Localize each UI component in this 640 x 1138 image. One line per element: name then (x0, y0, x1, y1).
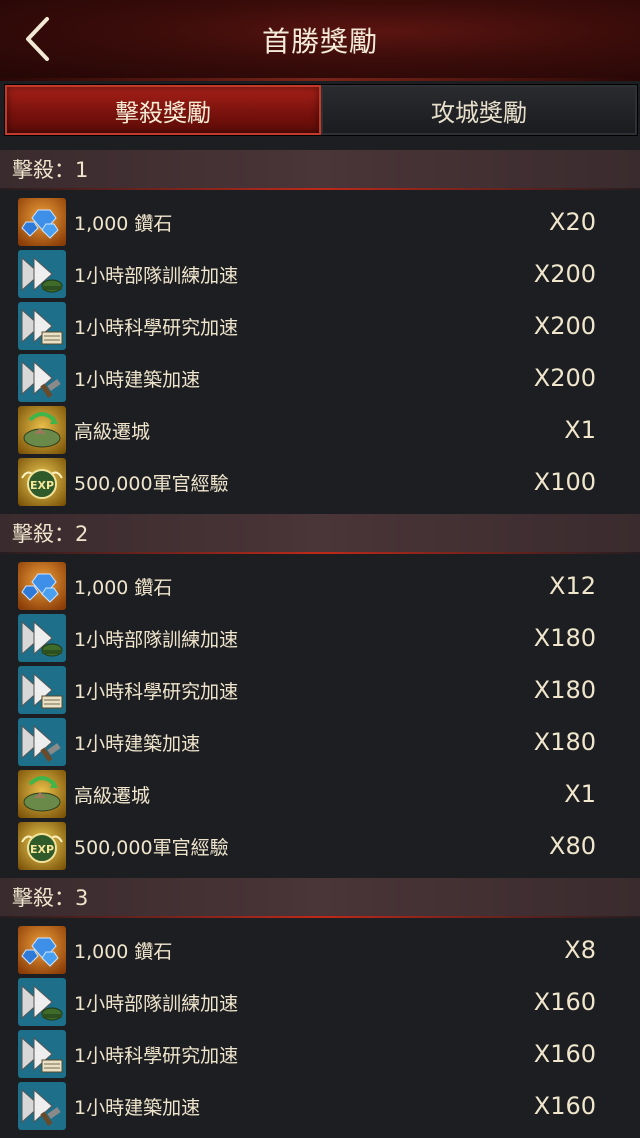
reward-quantity: X12 (549, 572, 596, 600)
reward-name: 高級遷城 (74, 420, 151, 443)
relocate-icon[interactable] (18, 770, 66, 818)
reward-quantity: X180 (533, 676, 596, 704)
reward-item: 1,000 鑽石 X12 (0, 560, 640, 612)
reward-quantity: X160 (533, 1040, 596, 1068)
reward-quantity: X160 (533, 1092, 596, 1120)
reward-item: 高級遷城 X1 (0, 768, 640, 820)
build-speedup-icon[interactable] (18, 354, 66, 402)
research-speedup-icon[interactable] (18, 302, 66, 350)
reward-item: 1小時建築加速 X160 (0, 1080, 640, 1132)
reward-quantity: X180 (533, 624, 596, 652)
relocate-icon[interactable] (18, 406, 66, 454)
reward-item: EXP 500,000軍官經驗 X80 (0, 820, 640, 872)
reward-quantity: X200 (533, 364, 596, 392)
reward-name: 高級遷城 (74, 784, 151, 807)
reward-item: 1小時建築加速 X180 (0, 716, 640, 768)
diamond-icon[interactable] (18, 198, 66, 246)
research-speedup-icon[interactable] (18, 666, 66, 714)
build-speedup-icon[interactable] (18, 1082, 66, 1130)
tab-bar: 擊殺獎勵 攻城獎勵 (4, 84, 638, 136)
reward-item: 高級遷城 X1 (0, 404, 640, 456)
exp-icon[interactable]: EXP (18, 822, 66, 870)
reward-quantity: X100 (533, 468, 596, 496)
research-speedup-icon[interactable] (18, 1030, 66, 1078)
reward-quantity: X80 (549, 832, 596, 860)
reward-item: 1小時建築加速 X200 (0, 352, 640, 404)
reward-quantity: X180 (533, 728, 596, 756)
reward-item: 1,000 鑽石 X8 (0, 924, 640, 976)
reward-item: 1小時科學研究加速 X160 (0, 1028, 640, 1080)
reward-list[interactable]: 擊殺：1 1,000 鑽石 X20 1小時部隊訓練加速 X200 1小時科學研究加速… (0, 150, 640, 1138)
reward-item: 1小時部隊訓練加速 X180 (0, 612, 640, 664)
reward-quantity: X20 (549, 208, 596, 236)
exp-icon[interactable]: EXP (18, 458, 66, 506)
svg-text:EXP: EXP (30, 843, 54, 856)
diamond-icon[interactable] (18, 926, 66, 974)
reward-item: 1,000 鑽石 X20 (0, 196, 640, 248)
reward-item: 1小時科學研究加速 X180 (0, 664, 640, 716)
reward-item: 1小時部隊訓練加速 X200 (0, 248, 640, 300)
svg-text:EXP: EXP (30, 479, 54, 492)
tab-kill-rewards[interactable]: 擊殺獎勵 (5, 85, 321, 135)
troop-speedup-icon[interactable] (18, 614, 66, 662)
header-bar: 首勝獎勵 (0, 0, 640, 81)
reward-quantity: X160 (533, 988, 596, 1016)
section-items: 1,000 鑽石 X12 1小時部隊訓練加速 X180 1小時科學研究加速 X180 … (0, 552, 640, 878)
section-header: 擊殺：1 (0, 150, 640, 190)
reward-quantity: X1 (564, 416, 596, 444)
section-header: 擊殺：3 (0, 878, 640, 918)
troop-speedup-icon[interactable] (18, 250, 66, 298)
reward-quantity: X200 (533, 312, 596, 340)
reward-item: 1小時部隊訓練加速 X160 (0, 976, 640, 1028)
troop-speedup-icon[interactable] (18, 978, 66, 1026)
reward-quantity: X1 (564, 780, 596, 808)
reward-quantity: X200 (533, 260, 596, 288)
section-items: 1,000 鑽石 X20 1小時部隊訓練加速 X200 1小時科學研究加速 X200 … (0, 188, 640, 514)
build-speedup-icon[interactable] (18, 718, 66, 766)
section-items: 1,000 鑽石 X8 1小時部隊訓練加速 X160 1小時科學研究加速 X160 1… (0, 916, 640, 1138)
tab-siege-rewards[interactable]: 攻城獎勵 (321, 85, 637, 135)
reward-item: EXP 500,000軍官經驗 X100 (0, 456, 640, 508)
page-title: 首勝獎勵 (261, 25, 378, 58)
diamond-icon[interactable] (18, 562, 66, 610)
reward-item: 1小時科學研究加速 X200 (0, 300, 640, 352)
reward-name: 1,000 鑽石 (74, 940, 173, 963)
reward-quantity: X8 (564, 936, 596, 964)
section-header: 擊殺：2 (0, 514, 640, 554)
